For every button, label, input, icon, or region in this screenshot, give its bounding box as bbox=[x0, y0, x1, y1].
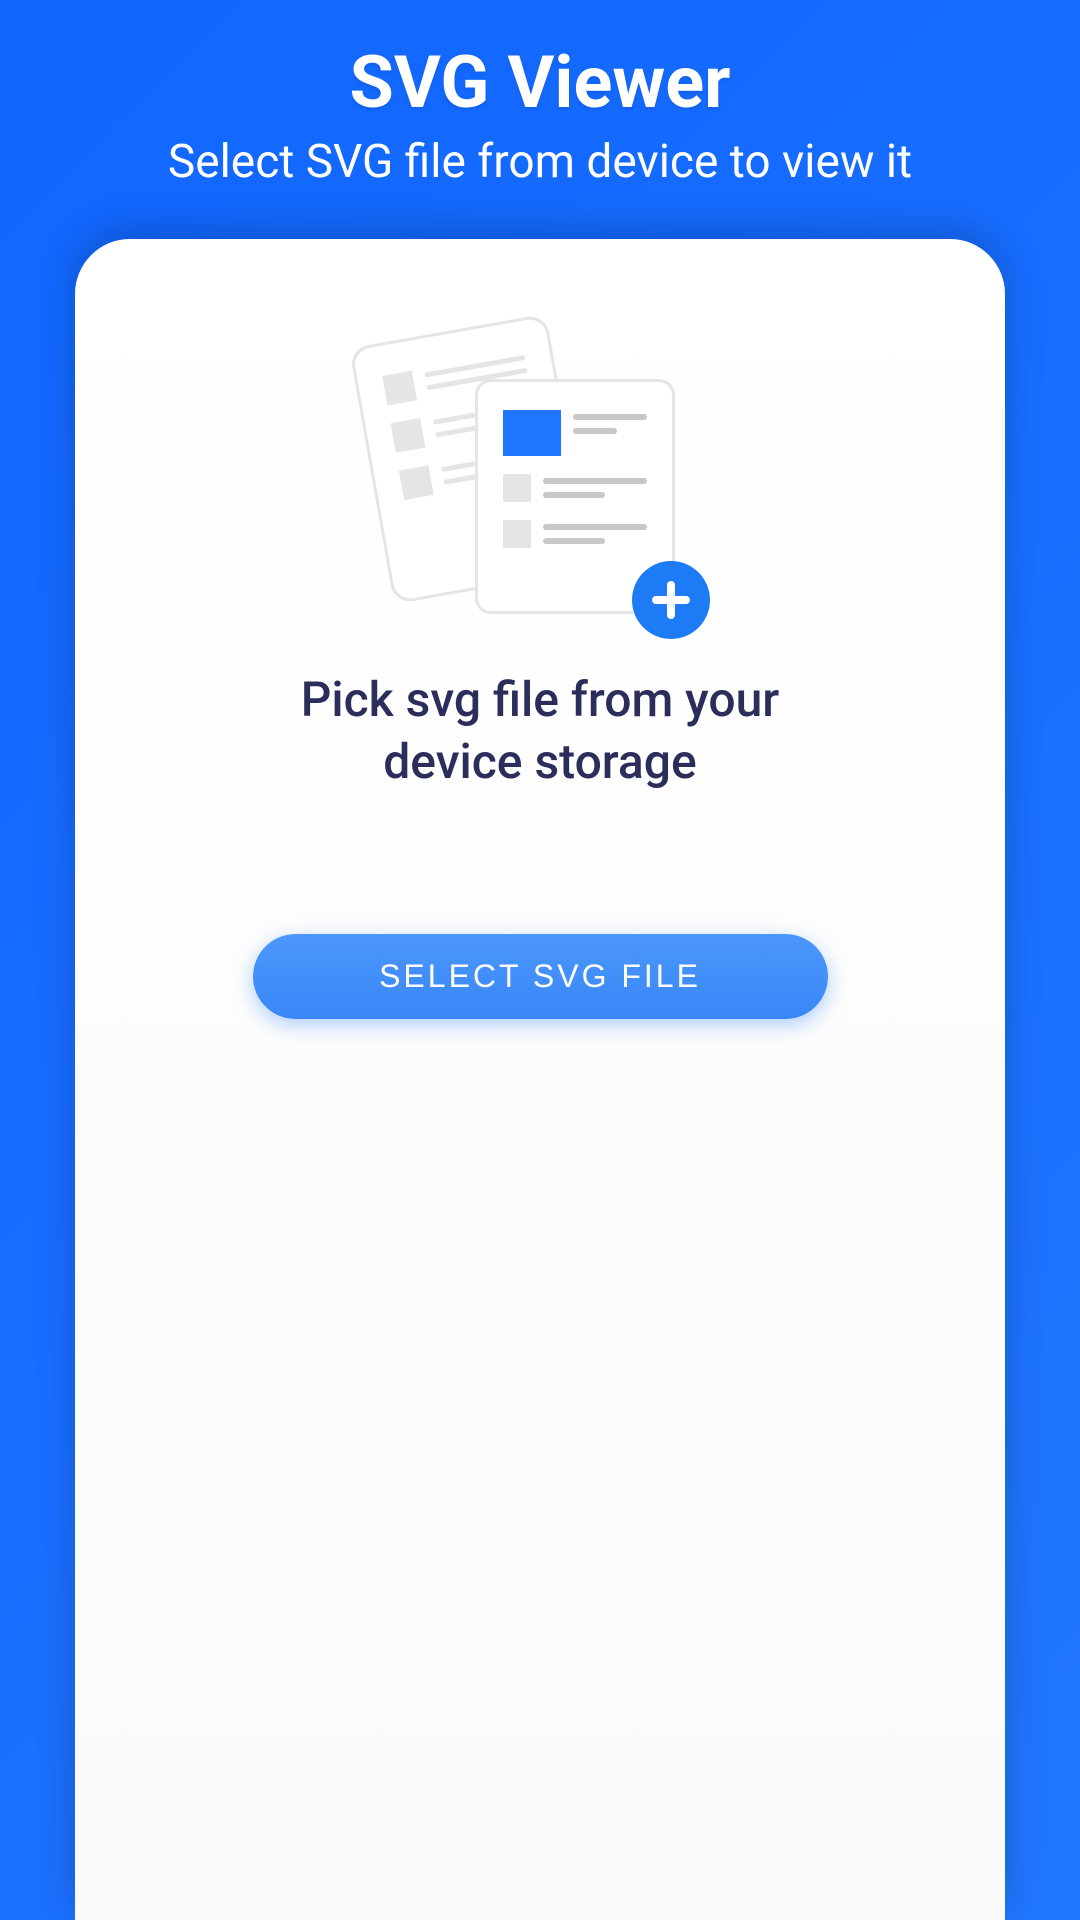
documents-illustration bbox=[370, 329, 710, 639]
app-title: SVG Viewer bbox=[0, 40, 1080, 125]
main-card: Pick svg file from your device storage S… bbox=[75, 239, 1005, 1920]
plus-icon bbox=[632, 561, 710, 639]
select-svg-file-button[interactable]: SELECT SVG FILE bbox=[253, 934, 828, 1019]
app-subtitle: Select SVG file from device to view it bbox=[0, 135, 1080, 189]
instruction-text: Pick svg file from your device storage bbox=[280, 669, 800, 794]
app-header: SVG Viewer Select SVG file from device t… bbox=[0, 0, 1080, 239]
